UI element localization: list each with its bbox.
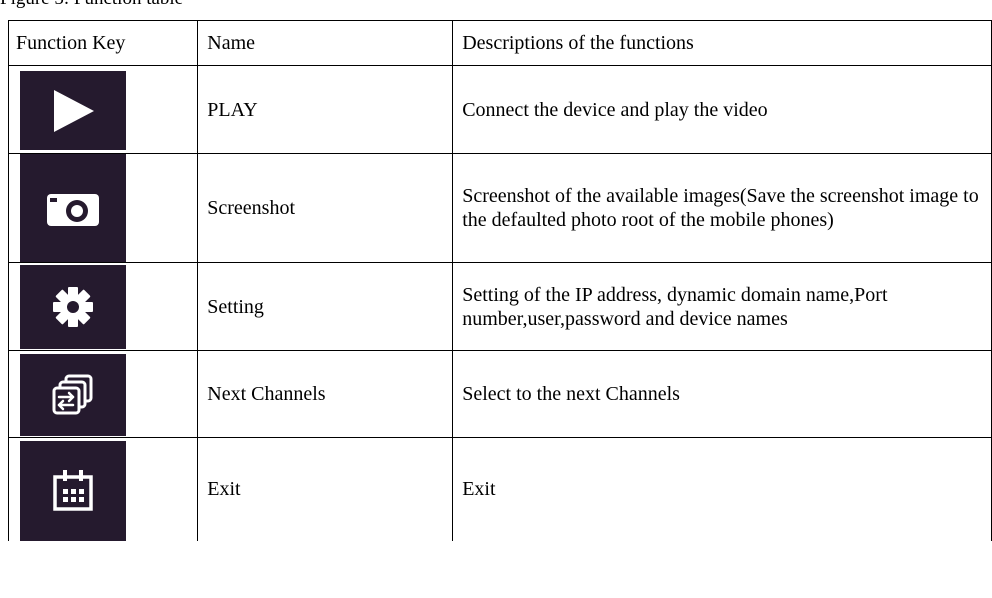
table-header-row: Function Key Name Descriptions of the fu…: [7, 20, 992, 66]
table-row: Exit Exit: [7, 437, 992, 541]
function-key-cell: [7, 65, 199, 154]
function-table: Function Key Name Descriptions of the fu…: [7, 20, 992, 541]
table-row: PLAY Connect the device and play the vid…: [7, 65, 992, 154]
function-description: Screenshot of the available images(Save …: [452, 153, 992, 263]
document-page: Figure 5: Function table Function Key Na…: [0, 0, 992, 598]
camera-icon[interactable]: [20, 154, 126, 262]
intro-text: Figure 5: Function table: [0, 0, 183, 9]
header-name: Name: [197, 20, 454, 66]
table-row: Screenshot Screenshot of the available i…: [7, 153, 992, 263]
function-key-cell: [7, 350, 199, 438]
function-description: Setting of the IP address, dynamic domai…: [452, 262, 992, 351]
header-function-key: Function Key: [7, 20, 199, 66]
table-row: Setting Setting of the IP address, dynam…: [7, 262, 992, 351]
table-row: Next Channels Select to the next Channel…: [7, 350, 992, 438]
gear-icon[interactable]: [20, 265, 126, 349]
function-description: Exit: [452, 437, 992, 541]
play-icon[interactable]: [20, 71, 126, 150]
function-name: PLAY: [197, 65, 454, 154]
function-name: Exit: [197, 437, 454, 541]
function-key-cell: [7, 153, 199, 263]
function-name: Screenshot: [197, 153, 454, 263]
function-key-cell: [7, 262, 199, 351]
calendar-exit-icon[interactable]: [20, 441, 126, 541]
function-description: Connect the device and play the video: [452, 65, 992, 154]
function-name: Next Channels: [197, 350, 454, 438]
function-description: Select to the next Channels: [452, 350, 992, 438]
header-description: Descriptions of the functions: [452, 20, 992, 66]
function-key-cell: [7, 437, 199, 541]
switch-channel-icon[interactable]: [20, 354, 126, 436]
function-name: Setting: [197, 262, 454, 351]
